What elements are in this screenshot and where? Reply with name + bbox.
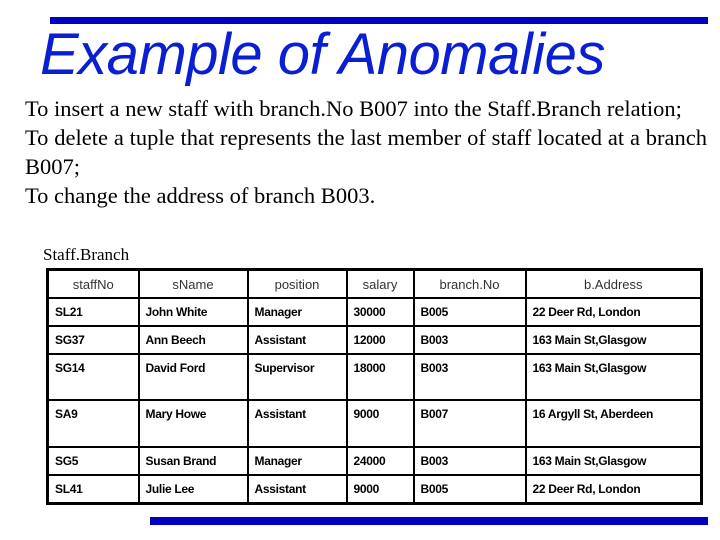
table-cell: 163 Main St,Glasgow (524, 325, 703, 355)
col-header: position (246, 268, 348, 299)
col-header: branch.No (412, 268, 527, 299)
table-cell: Manager (246, 446, 348, 476)
table-cell: B003 (412, 353, 527, 401)
table-cell: 9000 (345, 474, 415, 505)
staff-branch-table: staffNo sName position salary branch.No … (46, 268, 703, 505)
table-cell: 30000 (345, 297, 415, 327)
table-cell: Susan Brand (137, 446, 249, 476)
table-cell: Assistant (246, 325, 348, 355)
table-caption: Staff.Branch (43, 245, 130, 264)
table-header-row: staffNo sName position salary branch.No … (46, 268, 703, 299)
col-header: staffNo (46, 268, 140, 299)
table-cell: David Ford (137, 353, 249, 401)
slide-body: To insert a new staff with branch.No B00… (25, 94, 707, 210)
table-cell: SG37 (46, 325, 140, 355)
table-cell: B005 (412, 297, 527, 327)
table-cell: 16 Argyll St, Aberdeen (524, 399, 703, 448)
table-cell: SL41 (46, 474, 140, 505)
table-row: SL41 Julie Lee Assistant 9000 B005 22 Deer Rd… (46, 474, 703, 505)
table-cell: Assistant (246, 474, 348, 505)
table-cell: Assistant (246, 399, 348, 448)
body-line-insert: To insert a new staff with branch.No B00… (25, 96, 682, 121)
table-cell: B007 (412, 399, 527, 448)
table-cell: 22 Deer Rd, London (524, 297, 703, 327)
table-cell: 9000 (345, 399, 415, 448)
table-row: SG14 David Ford Supervisor 18000 B003 163 Mai… (46, 353, 703, 401)
slide-title: Example of Anomalies (40, 22, 605, 87)
table-cell: SA9 (46, 399, 140, 448)
table-cell: Supervisor (246, 353, 348, 401)
col-header: b.Address (524, 268, 703, 299)
table-cell: John White (137, 297, 249, 327)
table-cell: Mary Howe (137, 399, 249, 448)
col-header: salary (345, 268, 415, 299)
col-header: sName (137, 268, 249, 299)
table-cell: SG14 (46, 353, 140, 401)
table-row: SA9 Mary Howe Assistant 9000 B007 16 Argyll S… (46, 399, 703, 448)
body-line-change: To change the address of branch B003. (25, 183, 376, 208)
table-cell: SG5 (46, 446, 140, 476)
table-cell: 163 Main St,Glasgow (524, 353, 703, 401)
table-cell: 12000 (345, 325, 415, 355)
table-cell: SL21 (46, 297, 140, 327)
table-cell: Ann Beech (137, 325, 249, 355)
table-row: SG5 Susan Brand Manager 24000 B003 163 Main S… (46, 446, 703, 476)
table-cell: B005 (412, 474, 527, 505)
table-cell: 163 Main St,Glasgow (524, 446, 703, 476)
table-cell: Julie Lee (137, 474, 249, 505)
table-cell: B003 (412, 446, 527, 476)
table-row: SG37 Ann Beech Assistant 12000 B003 163 Main … (46, 325, 703, 355)
table-cell: B003 (412, 325, 527, 355)
bottom-accent-bar (150, 517, 708, 525)
body-line-delete: To delete a tuple that represents the la… (25, 125, 707, 179)
table-cell: 18000 (345, 353, 415, 401)
table-row: SL21 John White Manager 30000 B005 22 Deer Rd… (46, 297, 703, 327)
table-cell: 24000 (345, 446, 415, 476)
table-cell: Manager (246, 297, 348, 327)
table-cell: 22 Deer Rd, London (524, 474, 703, 505)
